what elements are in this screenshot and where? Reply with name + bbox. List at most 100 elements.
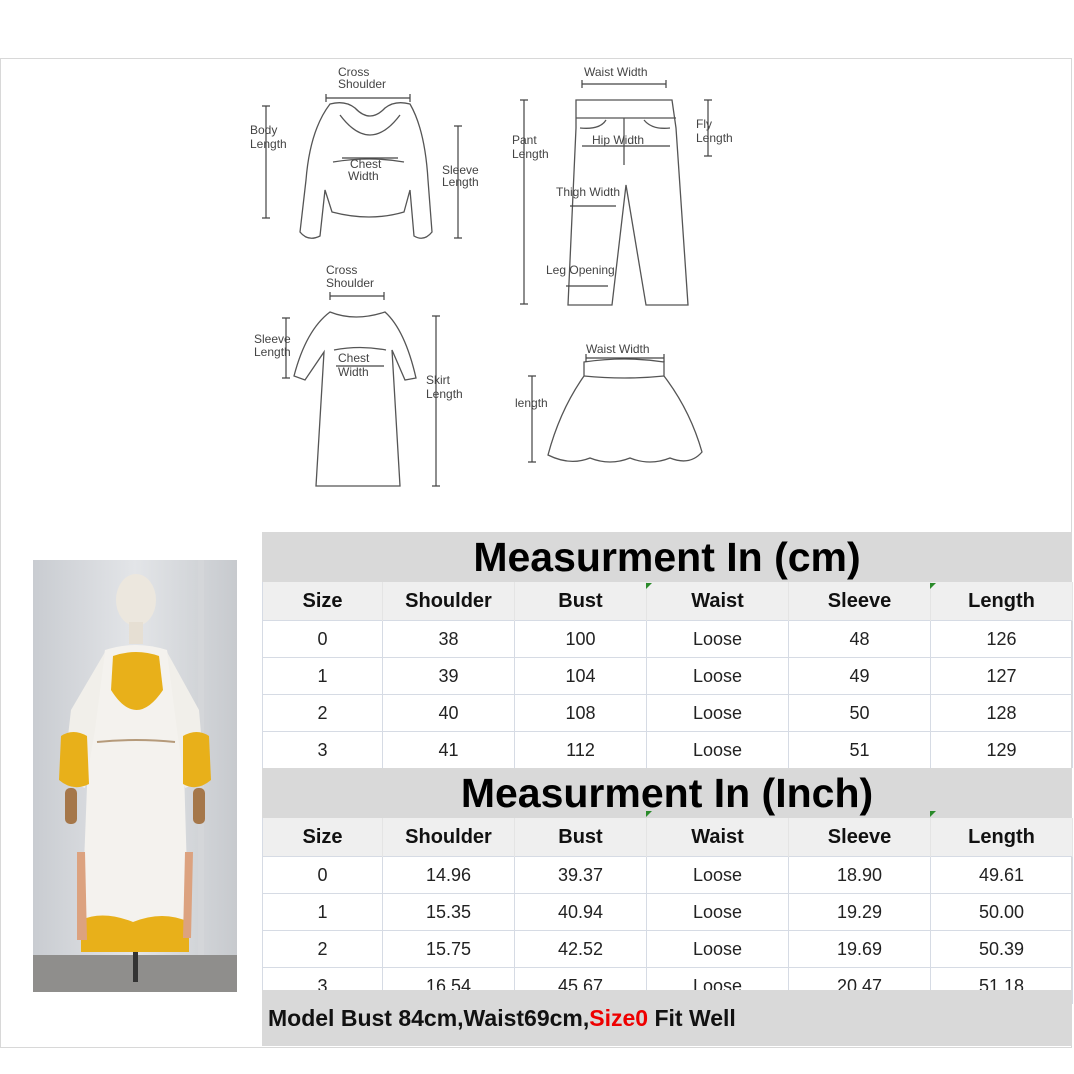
label-pant-leg-opening: Leg Opening	[546, 263, 615, 277]
cell: 39.37	[514, 856, 647, 894]
label-dress-sleeve-length-2: Length	[254, 345, 291, 359]
model-fit-text: Model Bust 84cm,Waist69cm,	[268, 1004, 590, 1031]
label-top-chest-width-2: Width	[348, 169, 379, 183]
inch-table-header: Size Shoulder Bust Waist Sleeve Length	[262, 818, 1073, 857]
cell: 108	[514, 694, 647, 732]
cell: 2	[262, 694, 383, 732]
header-sleeve: Sleeve	[788, 582, 931, 621]
cell: 39	[382, 657, 515, 695]
comment-marker	[646, 811, 652, 817]
table-row: 0 14.96 39.37 Loose 18.90 49.61	[262, 856, 1073, 894]
comment-marker	[646, 583, 652, 589]
cell: 127	[930, 657, 1073, 695]
label-skirt-length: length	[515, 396, 548, 410]
cell: 15.75	[382, 930, 515, 968]
cell: 49.61	[930, 856, 1073, 894]
cell: 3	[262, 731, 383, 768]
cell: 128	[930, 694, 1073, 732]
cell: 104	[514, 657, 647, 695]
label-pant-fly-length-2: Length	[696, 131, 733, 145]
cell: 0	[262, 620, 383, 658]
label-dress-sleeve-length: Sleeve	[254, 332, 291, 346]
cell: 49	[788, 657, 931, 695]
cell: 40	[382, 694, 515, 732]
label-pant-waist-width: Waist Width	[584, 65, 648, 79]
header-length: Length	[930, 582, 1073, 621]
label-pant-fly-length: Fly	[696, 117, 712, 131]
measurement-tables: Measurment In (cm) Size Shoulder Bust Wa…	[262, 532, 1073, 1004]
cm-table-title: Measurment In (cm)	[262, 532, 1072, 582]
comment-marker	[930, 811, 936, 817]
cell: 129	[930, 731, 1073, 768]
label-dress-chest-width: Chest	[338, 351, 370, 365]
header-sleeve: Sleeve	[788, 818, 931, 857]
cell: 42.52	[514, 930, 647, 968]
cell: Loose	[646, 893, 789, 931]
model-fit-note: Model Bust 84cm,Waist69cm, Size0 Fit Well	[262, 990, 1072, 1046]
label-skirt-waist-width: Waist Width	[586, 342, 650, 356]
table-row: 3 41 112 Loose 51 129	[262, 731, 1073, 768]
label-pant-length: Pant	[512, 133, 537, 147]
header-waist: Waist	[646, 818, 789, 857]
cell: 40.94	[514, 893, 647, 931]
header-length: Length	[930, 818, 1073, 857]
cell: 15.35	[382, 893, 515, 931]
model-fit-suffix: Fit Well	[648, 1004, 736, 1031]
table-row: 1 15.35 40.94 Loose 19.29 50.00	[262, 893, 1073, 931]
comment-marker	[930, 583, 936, 589]
cell: 0	[262, 856, 383, 894]
cell: 38	[382, 620, 515, 658]
cell: 50	[788, 694, 931, 732]
diagram-svg: Cross Shoulder Body Length Chest Width S…	[250, 65, 733, 487]
header-shoulder: Shoulder	[382, 818, 515, 857]
label-pant-thigh-width: Thigh Width	[556, 185, 620, 199]
label-dress-cross-shoulder: Cross	[326, 263, 357, 277]
label-pant-length-2: Length	[512, 147, 549, 161]
cell: 19.69	[788, 930, 931, 968]
cm-table-header: Size Shoulder Bust Waist Sleeve Length	[262, 582, 1073, 621]
measurement-diagrams: Cross Shoulder Body Length Chest Width S…	[240, 60, 760, 500]
cell: Loose	[646, 856, 789, 894]
header-size: Size	[262, 582, 383, 621]
header-waist: Waist	[646, 582, 789, 621]
cell: Loose	[646, 657, 789, 695]
cell: 48	[788, 620, 931, 658]
cell: Loose	[646, 694, 789, 732]
label-top-body-length-2: Length	[250, 137, 287, 151]
header-size: Size	[262, 818, 383, 857]
cell: Loose	[646, 930, 789, 968]
label-dress-chest-width-2: Width	[338, 365, 369, 379]
cell: 51	[788, 731, 931, 768]
table-row: 1 39 104 Loose 49 127	[262, 657, 1073, 695]
cell: 50.00	[930, 893, 1073, 931]
cell: Loose	[646, 620, 789, 658]
table-row: 0 38 100 Loose 48 126	[262, 620, 1073, 658]
table-row: 2 15.75 42.52 Loose 19.69 50.39	[262, 930, 1073, 968]
cell: 126	[930, 620, 1073, 658]
cell: 112	[514, 731, 647, 768]
cell: 2	[262, 930, 383, 968]
label-dress-skirt-length-2: Length	[426, 387, 463, 401]
cell: 18.90	[788, 856, 931, 894]
cell: 1	[262, 657, 383, 695]
model-fit-size: Size0	[589, 1004, 649, 1031]
label-top-body-length: Body	[250, 123, 277, 137]
cell: 14.96	[382, 856, 515, 894]
cm-table: Size Shoulder Bust Waist Sleeve Length 0…	[262, 582, 1073, 768]
cell: 100	[514, 620, 647, 658]
inch-table: Size Shoulder Bust Waist Sleeve Length 0…	[262, 818, 1073, 1004]
cell: 1	[262, 893, 383, 931]
cell: 19.29	[788, 893, 931, 931]
label-top-sleeve-length-2: Length	[442, 175, 479, 189]
label-top-cross-shoulder-2: Shoulder	[338, 77, 386, 91]
header-bust: Bust	[514, 582, 647, 621]
header-bust: Bust	[514, 818, 647, 857]
skirt-garment	[547, 358, 703, 463]
product-photo	[33, 560, 237, 992]
label-dress-skirt-length: Skirt	[426, 373, 451, 387]
label-pant-hip-width: Hip Width	[592, 133, 644, 147]
dress-garment	[293, 311, 417, 487]
cell: 41	[382, 731, 515, 768]
label-dress-cross-shoulder-2: Shoulder	[326, 276, 374, 290]
table-row: 2 40 108 Loose 50 128	[262, 694, 1073, 732]
